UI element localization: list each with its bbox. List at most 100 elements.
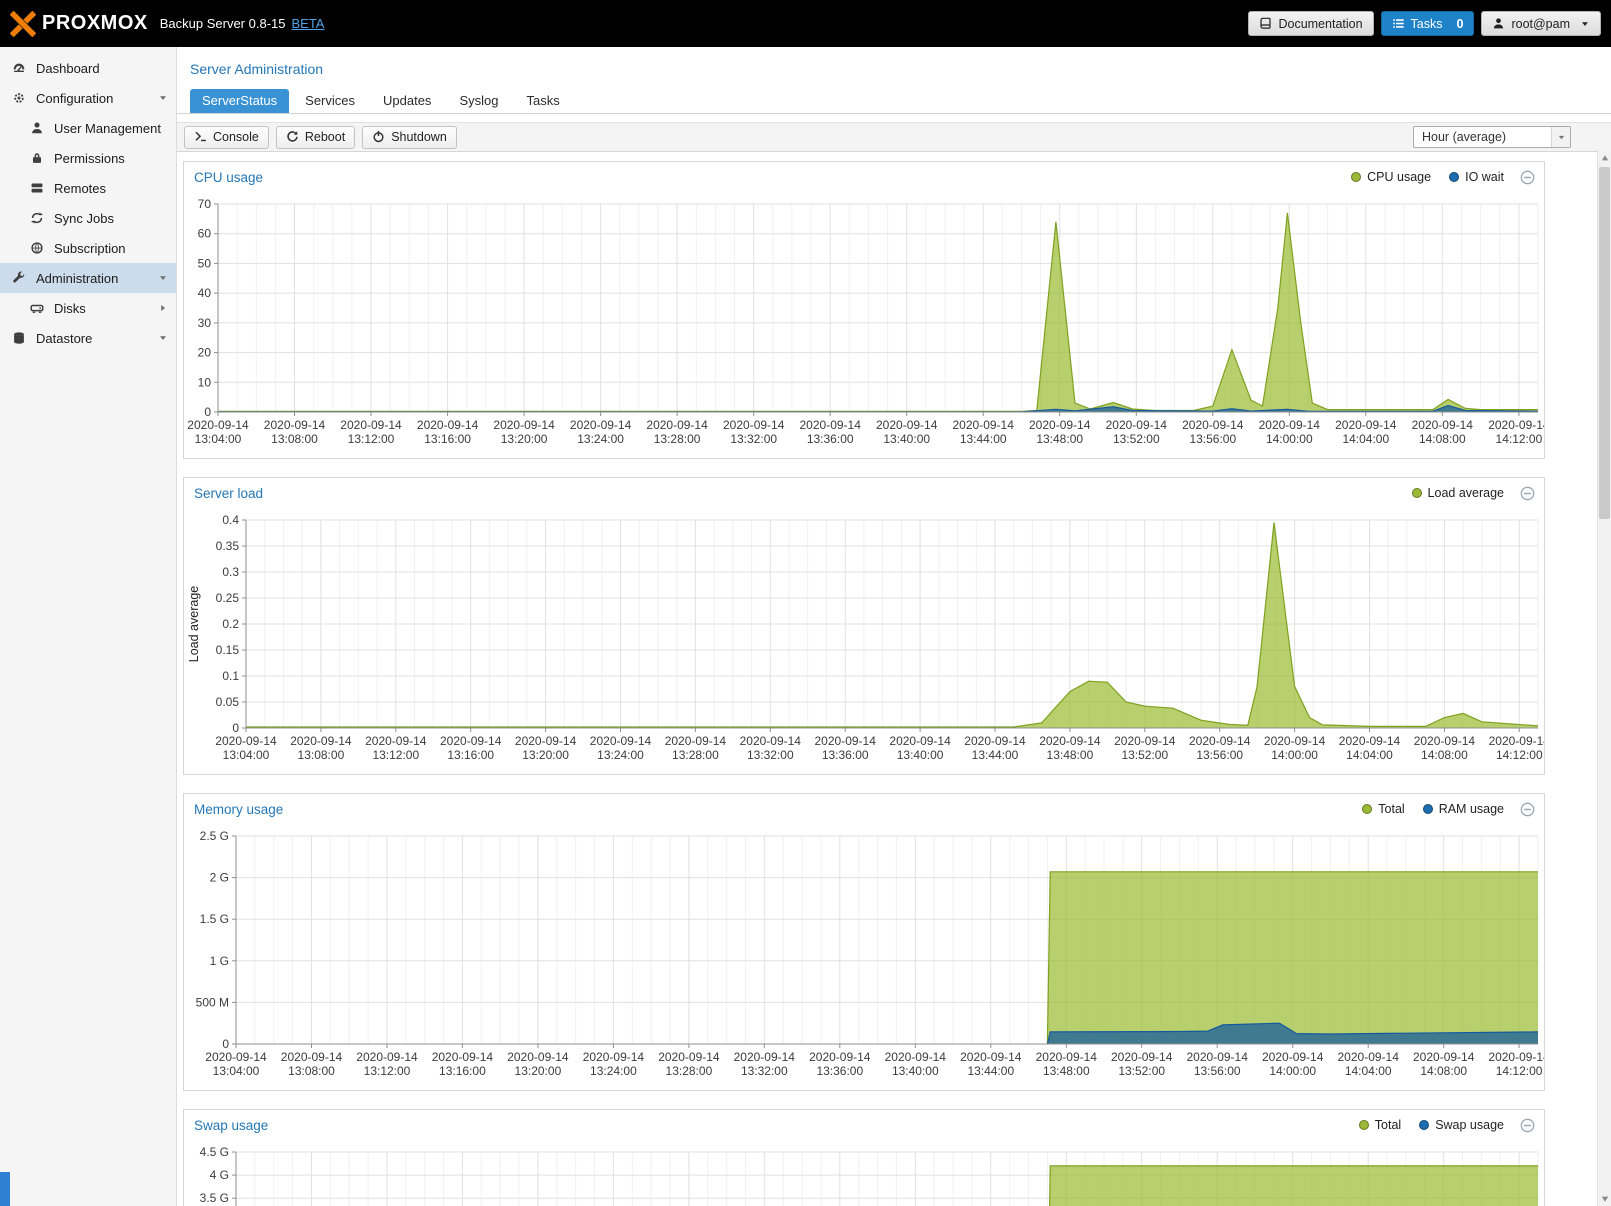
svg-text:13:36:00: 13:36:00 [816,1064,863,1078]
user-icon [30,121,46,135]
svg-text:2020-09-14: 2020-09-14 [290,734,352,748]
wrench-icon [12,271,28,285]
svg-text:13:52:00: 13:52:00 [1121,748,1168,762]
vertical-scrollbar[interactable] [1597,150,1611,1206]
svg-text:2020-09-14: 2020-09-14 [964,734,1026,748]
tab-updates[interactable]: Updates [371,89,443,113]
tasks-button[interactable]: Tasks 0 [1381,11,1475,36]
panel-header: Memory usageTotalRAM usage [184,794,1544,824]
legend-label: RAM usage [1439,802,1504,816]
caret-down-icon[interactable] [158,273,168,283]
panel-header: Server loadLoad average [184,478,1544,508]
legend-dot-icon [1449,172,1459,182]
proxmox-logo [10,11,36,37]
tab-syslog[interactable]: Syslog [447,89,510,113]
legend-label: CPU usage [1367,170,1431,184]
sidebar-item-administration[interactable]: Administration [0,263,176,293]
svg-text:0.4: 0.4 [222,513,239,527]
remotes-icon [30,181,46,195]
toolbar: Console Reboot Shutdown Hour (average) [177,122,1611,152]
sidebar-item-dashboard[interactable]: Dashboard [0,53,176,83]
tab-tasks[interactable]: Tasks [514,89,571,113]
caret-right-icon[interactable] [158,303,168,313]
chart-body: 2020-09-1413:04:002020-09-1413:08:002020… [184,192,1544,458]
svg-text:2020-09-14: 2020-09-14 [1413,1050,1475,1064]
main-content: Server Administration ServerStatusServic… [177,47,1611,1206]
collapse-panel-icon[interactable] [1520,1118,1535,1133]
collapse-panel-icon[interactable] [1520,486,1535,501]
svg-text:13:16:00: 13:16:00 [439,1064,486,1078]
brand-name: PROXMOX [42,12,148,35]
svg-text:13:04:00: 13:04:00 [223,748,270,762]
tab-serverstatus[interactable]: ServerStatus [190,89,289,113]
sidebar-item-label: Configuration [36,91,113,106]
svg-text:14:12:00: 14:12:00 [1496,748,1543,762]
svg-text:2020-09-14: 2020-09-14 [356,1050,418,1064]
reboot-button[interactable]: Reboot [276,126,355,149]
select-caret-icon[interactable] [1551,127,1570,147]
svg-text:2020-09-14: 2020-09-14 [665,734,727,748]
sidebar-item-label: Disks [54,301,86,316]
sidebar-item-permissions[interactable]: Permissions [0,143,176,173]
collapse-panel-icon[interactable] [1520,170,1535,185]
user-menu-button[interactable]: root@pam [1481,11,1601,36]
scroll-up-arrow-icon[interactable] [1598,150,1611,165]
svg-text:13:56:00: 13:56:00 [1196,748,1243,762]
svg-text:40: 40 [198,286,212,300]
svg-text:2020-09-14: 2020-09-14 [590,734,652,748]
sidebar-item-remotes[interactable]: Remotes [0,173,176,203]
svg-text:13:24:00: 13:24:00 [577,432,624,446]
datastore-icon [12,331,28,345]
svg-text:13:28:00: 13:28:00 [672,748,719,762]
caret-down-icon[interactable] [158,333,168,343]
scrollbar-thumb[interactable] [1599,167,1610,519]
sidebar-item-label: Subscription [54,241,126,256]
caret-down-icon[interactable] [158,93,168,103]
svg-text:13:16:00: 13:16:00 [424,432,471,446]
sidebar-item-user-management[interactable]: User Management [0,113,176,143]
svg-text:13:20:00: 13:20:00 [501,432,548,446]
tab-services[interactable]: Services [293,89,367,113]
shutdown-button[interactable]: Shutdown [362,126,457,149]
scroll-down-arrow-icon[interactable] [1598,1191,1611,1206]
sidebar-item-disks[interactable]: Disks [0,293,176,323]
svg-text:2020-09-14: 2020-09-14 [1414,734,1476,748]
documentation-button[interactable]: Documentation [1248,11,1373,36]
panel-header: Swap usageTotalSwap usage [184,1110,1544,1140]
tab-bar: ServerStatusServicesUpdatesSyslogTasks [177,88,1611,114]
legend-item-io-wait: IO wait [1449,170,1504,184]
svg-text:13:52:00: 13:52:00 [1118,1064,1165,1078]
svg-text:2020-09-14: 2020-09-14 [417,418,479,432]
terminal-icon [194,130,207,143]
svg-text:2020-09-14: 2020-09-14 [646,418,708,432]
chart-body: 2020-09-1413:04:002020-09-1413:08:002020… [184,1140,1544,1206]
svg-text:2020-09-14: 2020-09-14 [1039,734,1101,748]
svg-text:0.3: 0.3 [222,565,239,579]
sidebar-item-datastore[interactable]: Datastore [0,323,176,353]
svg-text:14:12:00: 14:12:00 [1496,432,1543,446]
gears-icon [12,91,28,105]
svg-text:4 G: 4 G [210,1168,229,1182]
sidebar-item-subscription[interactable]: Subscription [0,233,176,263]
sidebar-item-configuration[interactable]: Configuration [0,83,176,113]
timeframe-select[interactable]: Hour (average) [1413,126,1571,148]
svg-text:2020-09-14: 2020-09-14 [493,418,555,432]
beta-link[interactable]: BETA [291,16,324,31]
sidebar-item-sync-jobs[interactable]: Sync Jobs [0,203,176,233]
svg-text:10: 10 [198,375,212,389]
console-button[interactable]: Console [184,126,269,149]
chart-canvas-server-load: 2020-09-1413:04:002020-09-1413:08:002020… [184,508,1544,774]
chart-legend: Load average [1412,486,1504,500]
svg-text:13:56:00: 13:56:00 [1194,1064,1241,1078]
svg-text:13:52:00: 13:52:00 [1113,432,1160,446]
panel-header: CPU usageCPU usageIO wait [184,162,1544,192]
chart-title: Swap usage [194,1118,268,1133]
svg-text:2020-09-14: 2020-09-14 [340,418,402,432]
collapse-panel-icon[interactable] [1520,802,1535,817]
legend-item-cpu-usage: CPU usage [1351,170,1431,184]
chart-canvas-swap-usage: 2020-09-1413:04:002020-09-1413:08:002020… [184,1140,1544,1206]
legend-dot-icon [1359,1120,1369,1130]
svg-text:13:44:00: 13:44:00 [967,1064,1014,1078]
svg-text:13:32:00: 13:32:00 [747,748,794,762]
svg-text:2020-09-14: 2020-09-14 [440,734,502,748]
